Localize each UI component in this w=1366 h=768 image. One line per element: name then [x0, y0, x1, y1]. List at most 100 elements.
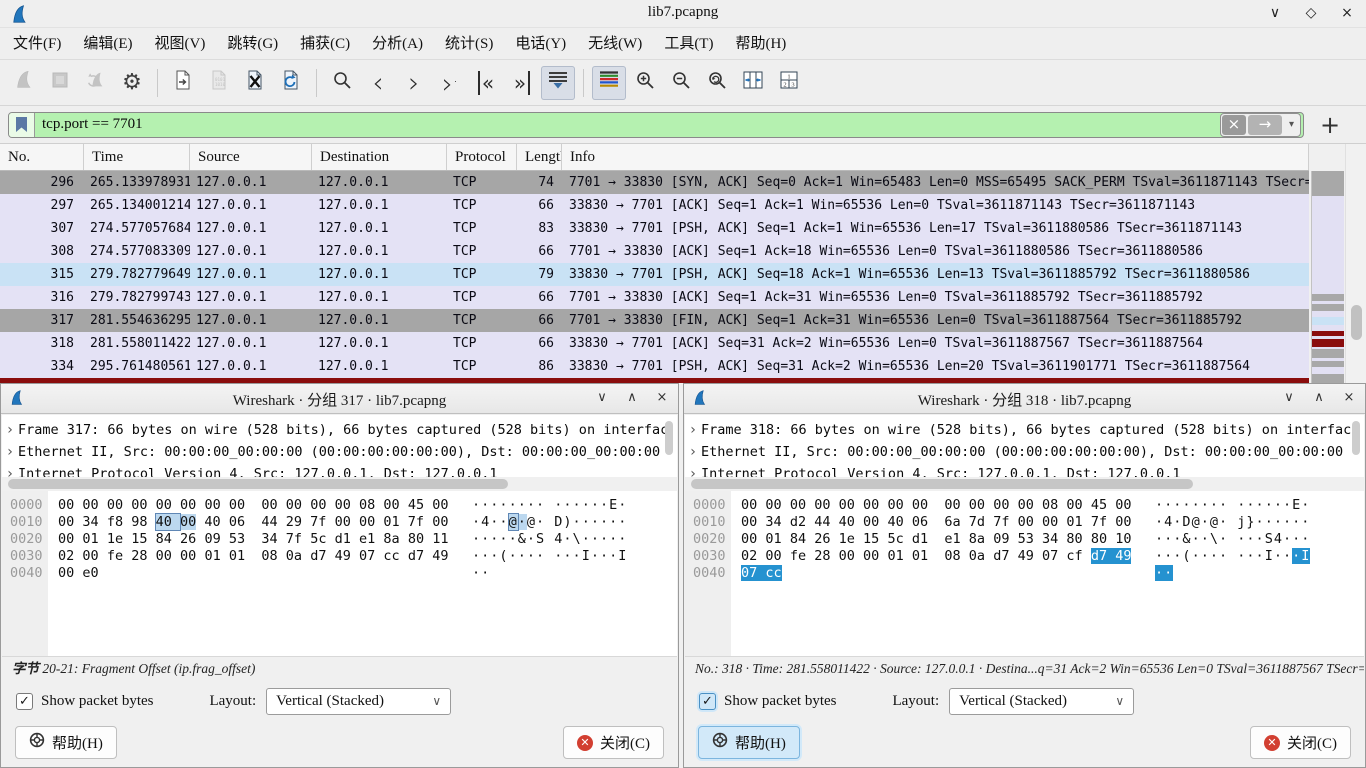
- tree-item[interactable]: ›Internet Protocol Version 4, Src: 127.0…: [685, 463, 1364, 477]
- packet-detail-tree[interactable]: ›Frame 318: 66 bytes on wire (528 bits),…: [685, 415, 1364, 477]
- packet-row-317[interactable]: 317281.554636295127.0.0.1127.0.0.1TCP667…: [0, 309, 1309, 332]
- close-dialog-button[interactable]: ✕关闭(C): [563, 726, 664, 759]
- filter-apply-button[interactable]: →: [1248, 115, 1282, 135]
- menu-item[interactable]: 捕获(C): [289, 29, 361, 59]
- scrollbar-thumb[interactable]: [1351, 305, 1362, 340]
- menu-item[interactable]: 帮助(H): [724, 29, 797, 59]
- help-button[interactable]: 帮助(H): [15, 726, 117, 759]
- packet-row-315[interactable]: 315279.782779649127.0.0.1127.0.0.1TCP793…: [0, 263, 1309, 286]
- tree-item[interactable]: ›Ethernet II, Src: 00:00:00_00:00:00 (00…: [685, 441, 1364, 463]
- hex-row[interactable]: 002000 01 1e 15 84 26 09 53 34 7f 5c d1 …: [2, 531, 677, 548]
- hex-row[interactable]: 003002 00 fe 28 00 00 01 01 08 0a d7 49 …: [685, 548, 1364, 565]
- packet-list-scrollbar[interactable]: [1345, 144, 1366, 383]
- column-header-time[interactable]: Time: [84, 144, 190, 170]
- menu-item[interactable]: 视图(V): [144, 29, 217, 59]
- toolbar-restart-capture-button[interactable]: [79, 66, 113, 100]
- hex-row[interactable]: 001000 34 f8 98 40 00 40 06 44 29 7f 00 …: [2, 514, 677, 531]
- tree-vertical-scrollbar[interactable]: [665, 421, 673, 455]
- packet-row-296[interactable]: 296265.133978931127.0.0.1127.0.0.1TCP747…: [0, 171, 1309, 194]
- menu-item[interactable]: 跳转(G): [216, 29, 289, 59]
- toolbar-start-capture-button[interactable]: [7, 66, 41, 100]
- column-header-destination[interactable]: Destination: [312, 144, 447, 170]
- tree-item[interactable]: ›Internet Protocol Version 4, Src: 127.0…: [2, 463, 677, 477]
- popup-close-button[interactable]: ×: [652, 387, 672, 409]
- expand-chevron-icon[interactable]: ›: [2, 419, 18, 441]
- close-button[interactable]: ×: [1336, 2, 1358, 24]
- hex-row[interactable]: 004000 e0··: [2, 565, 677, 582]
- tree-horizontal-scrollbar[interactable]: [2, 477, 677, 491]
- hex-row[interactable]: 000000 00 00 00 00 00 00 00 00 00 00 00 …: [2, 497, 677, 514]
- column-header-length[interactable]: Length: [517, 144, 562, 170]
- popup-minimize-button[interactable]: ∨: [592, 387, 612, 409]
- toolbar-stop-capture-button[interactable]: [43, 66, 77, 100]
- toolbar-go-back-button[interactable]: ‹: [361, 66, 395, 100]
- column-header-no[interactable]: No.: [0, 144, 84, 170]
- toolbar-find-packet-button[interactable]: [325, 66, 359, 100]
- hex-row[interactable]: 003002 00 fe 28 00 00 01 01 08 0a d7 49 …: [2, 548, 677, 565]
- menu-item[interactable]: 编辑(E): [72, 29, 143, 59]
- packet-row-334[interactable]: 334295.761480561127.0.0.1127.0.0.1TCP863…: [0, 355, 1309, 378]
- toolbar-auto-scroll-button[interactable]: [541, 66, 575, 100]
- expand-chevron-icon[interactable]: ›: [2, 441, 18, 463]
- packet-row-316[interactable]: 316279.782799743127.0.0.1127.0.0.1TCP667…: [0, 286, 1309, 309]
- tree-item[interactable]: ›Ethernet II, Src: 00:00:00_00:00:00 (00…: [2, 441, 677, 463]
- intelligent-scrollbar-minimap[interactable]: [1311, 171, 1344, 383]
- tree-horizontal-scrollbar[interactable]: [685, 477, 1364, 491]
- popup-minimize-button[interactable]: ∨: [1279, 387, 1299, 409]
- filter-clear-button[interactable]: ×: [1222, 115, 1246, 135]
- scrollbar-thumb[interactable]: [691, 479, 1193, 489]
- hex-row[interactable]: 002000 01 84 26 1e 15 5c d1 e1 8a 09 53 …: [685, 531, 1364, 548]
- toolbar-go-forward-button[interactable]: ›: [397, 66, 431, 100]
- expand-chevron-icon[interactable]: ›: [685, 441, 701, 463]
- layout-select[interactable]: Vertical (Stacked)∨: [266, 688, 451, 715]
- toolbar-zoom-out-button[interactable]: [664, 66, 698, 100]
- menu-item[interactable]: 分析(A): [361, 29, 434, 59]
- help-button[interactable]: 帮助(H): [698, 726, 800, 759]
- filter-dropdown-caret[interactable]: ▾: [1283, 119, 1300, 130]
- popup-close-button[interactable]: ×: [1339, 387, 1359, 409]
- close-dialog-button[interactable]: ✕关闭(C): [1250, 726, 1351, 759]
- menu-item[interactable]: 文件(F): [2, 29, 72, 59]
- hex-row[interactable]: 000000 00 00 00 00 00 00 00 00 00 00 00 …: [685, 497, 1364, 514]
- toolbar-zoom-reset-button[interactable]: [700, 66, 734, 100]
- column-header-protocol[interactable]: Protocol: [447, 144, 517, 170]
- packet-detail-tree[interactable]: ›Frame 317: 66 bytes on wire (528 bits),…: [2, 415, 677, 477]
- packet-row-318[interactable]: 318281.558011422127.0.0.1127.0.0.1TCP663…: [0, 332, 1309, 355]
- expand-chevron-icon[interactable]: ›: [2, 463, 18, 477]
- toolbar-go-last-button[interactable]: »: [505, 66, 539, 100]
- filter-bookmark-icon[interactable]: [9, 113, 35, 137]
- minimize-button[interactable]: ∨: [1264, 2, 1286, 24]
- popup-maximize-button[interactable]: ∧: [1309, 387, 1329, 409]
- toolbar-zoom-in-button[interactable]: [628, 66, 662, 100]
- filter-expression[interactable]: tcp.port == 7701: [35, 116, 1220, 133]
- packet-row-308[interactable]: 308274.577083309127.0.0.1127.0.0.1TCP667…: [0, 240, 1309, 263]
- toolbar-go-to-packet-button[interactable]: ›·: [433, 66, 467, 100]
- menu-item[interactable]: 电话(Y): [504, 29, 577, 59]
- toolbar-open-file-button[interactable]: [166, 66, 200, 100]
- toolbar-resize-columns-button[interactable]: [736, 66, 770, 100]
- tree-item[interactable]: ›Frame 317: 66 bytes on wire (528 bits),…: [2, 419, 677, 441]
- display-filter-input[interactable]: tcp.port == 7701 × → ▾: [8, 112, 1304, 138]
- show-packet-bytes-checkbox[interactable]: ✓: [16, 693, 33, 710]
- menu-item[interactable]: 工具(T): [653, 29, 724, 59]
- tree-vertical-scrollbar[interactable]: [1352, 421, 1360, 455]
- layout-select[interactable]: Vertical (Stacked)∨: [949, 688, 1134, 715]
- scrollbar-thumb[interactable]: [8, 479, 508, 489]
- toolbar-colorize-button[interactable]: [592, 66, 626, 100]
- hex-row[interactable]: 001000 34 d2 44 40 00 40 06 6a 7d 7f 00 …: [685, 514, 1364, 531]
- toolbar-close-file-button[interactable]: [238, 66, 272, 100]
- toolbar-go-first-button[interactable]: «: [469, 66, 503, 100]
- show-packet-bytes-checkbox[interactable]: ✓: [699, 693, 716, 710]
- toolbar-save-file-button[interactable]: 01011010: [202, 66, 236, 100]
- hex-row[interactable]: 004007 cc··: [685, 565, 1364, 582]
- packet-row-307[interactable]: 307274.577057684127.0.0.1127.0.0.1TCP833…: [0, 217, 1309, 240]
- expand-chevron-icon[interactable]: ›: [685, 419, 701, 441]
- packet-row-297[interactable]: 297265.134001214127.0.0.1127.0.0.1TCP663…: [0, 194, 1309, 217]
- menu-item[interactable]: 统计(S): [434, 29, 504, 59]
- filter-add-button[interactable]: +: [1320, 113, 1340, 137]
- column-header-info[interactable]: Info: [562, 144, 1309, 170]
- column-header-source[interactable]: Source: [190, 144, 312, 170]
- packet-bytes-pane[interactable]: 000000 00 00 00 00 00 00 00 00 00 00 00 …: [685, 491, 1364, 656]
- tree-item[interactable]: ›Frame 318: 66 bytes on wire (528 bits),…: [685, 419, 1364, 441]
- toolbar-reload-file-button[interactable]: [274, 66, 308, 100]
